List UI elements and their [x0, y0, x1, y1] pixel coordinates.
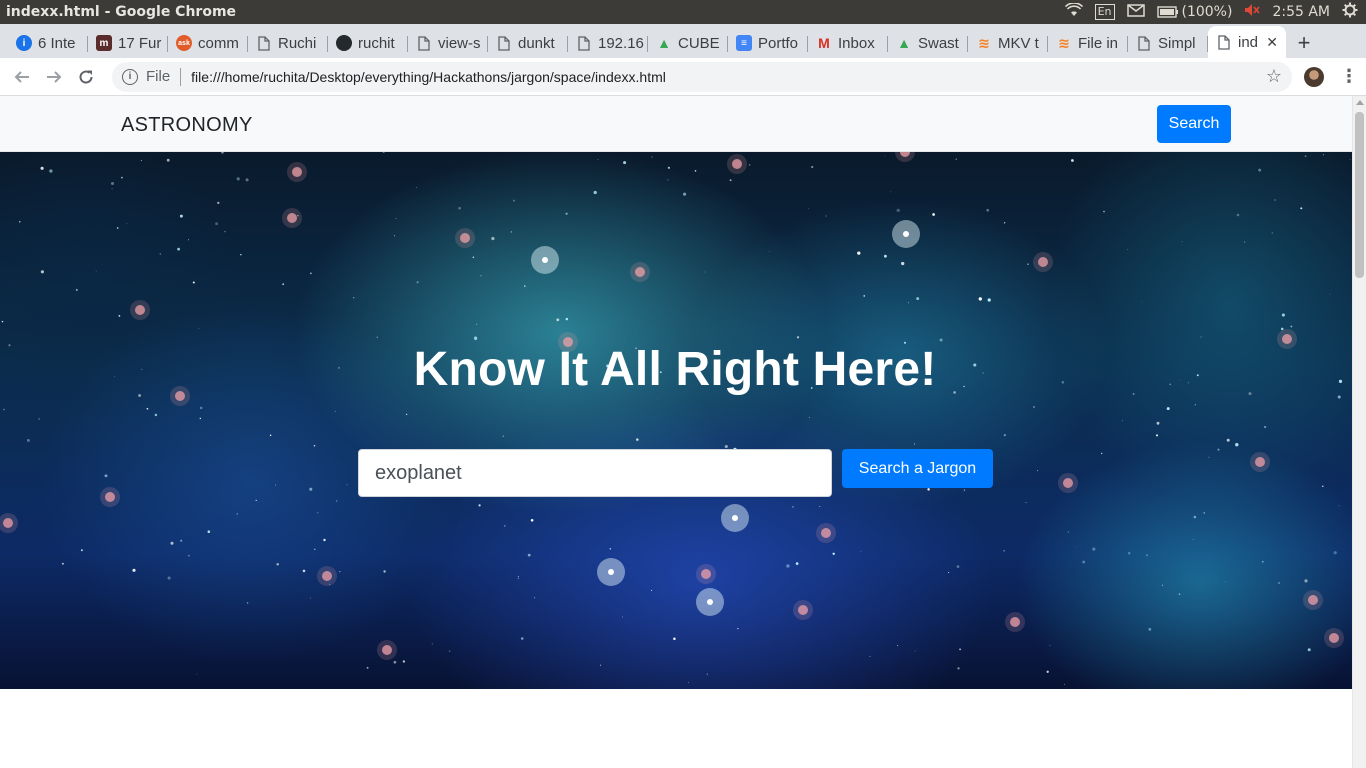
browser-tab[interactable]: M Inbox	[808, 28, 888, 58]
tab-title: dunkt	[518, 34, 555, 52]
browser-tab[interactable]: ruchit	[328, 28, 408, 58]
close-tab-icon[interactable]: ✕	[1266, 34, 1278, 51]
url-text[interactable]: file:///home/ruchita/Desktop/everything/…	[191, 69, 666, 85]
tab-title: Inbox	[838, 34, 875, 52]
browser-tab[interactable]: m 17 Fur	[88, 28, 168, 58]
browser-tab[interactable]: ask comm	[168, 28, 248, 58]
browser-tab[interactable]: i 6 Inte	[8, 28, 88, 58]
tab-title: Ruchi	[278, 34, 317, 52]
tab-title: ruchit	[358, 34, 395, 52]
volume-muted-icon[interactable]	[1244, 3, 1261, 21]
browser-tab[interactable]: ≋ File in	[1048, 28, 1128, 58]
browser-tab[interactable]: 192.16	[568, 28, 648, 58]
page-icon	[496, 35, 512, 51]
site-navbar: ASTRONOMY Search	[0, 96, 1352, 152]
info-tab-icon: i	[16, 35, 32, 51]
page-icon	[416, 35, 432, 51]
battery-percentage: (100%)	[1181, 4, 1233, 20]
tab-title: 6 Inte	[38, 34, 76, 52]
tab-title: view-s	[438, 34, 481, 52]
arrow-left-icon	[14, 70, 29, 83]
m-logo-icon: m	[96, 35, 112, 51]
bookmark-star-icon[interactable]: ☆	[1266, 66, 1282, 87]
jargon-search-input[interactable]	[358, 449, 832, 497]
space-background	[0, 152, 1351, 685]
page-icon	[576, 35, 592, 51]
page-scrollbar[interactable]	[1352, 96, 1366, 768]
tab-title: CUBE	[678, 34, 720, 52]
mail-icon[interactable]	[1126, 3, 1145, 21]
browser-tab[interactable]: ≡ Portfo	[728, 28, 808, 58]
forward-button[interactable]	[38, 61, 70, 93]
tab-title: ind	[1238, 33, 1259, 51]
browser-tab[interactable]: ▲ Swast	[888, 28, 968, 58]
page-viewport: ASTRONOMY Search Know It All Right Here!…	[0, 96, 1352, 768]
browser-tab[interactable]: Simpl	[1128, 28, 1208, 58]
url-scheme-label: File	[146, 68, 171, 85]
github-icon	[336, 35, 352, 51]
tab-title: MKV t	[998, 34, 1039, 52]
chrome-menu-icon[interactable]: ⋮	[1334, 66, 1364, 87]
scroll-up-arrow-icon[interactable]	[1356, 100, 1364, 105]
stack-icon: ≋	[1058, 34, 1070, 51]
new-tab-button[interactable]: +	[1286, 28, 1322, 58]
hero-section: Know It All Right Here! Search a Jargon	[0, 152, 1352, 689]
system-tray: En (100%) 2:55 AM	[1064, 2, 1366, 22]
scrollbar-thumb[interactable]	[1355, 112, 1364, 278]
tab-active[interactable]: ind ✕	[1208, 26, 1286, 58]
clock[interactable]: 2:55 AM	[1272, 4, 1330, 20]
ask-logo-icon: ask	[176, 35, 192, 51]
tab-title: 17 Fur	[118, 34, 162, 52]
search-jargon-button[interactable]: Search a Jargon	[842, 449, 993, 488]
site-brand[interactable]: ASTRONOMY	[121, 114, 253, 137]
browser-tab[interactable]: view-s	[408, 28, 488, 58]
browser-tab[interactable]: ▲ CUBE	[648, 28, 728, 58]
drive-icon: ▲	[657, 35, 671, 51]
drive-icon: ▲	[897, 35, 911, 51]
arrow-right-icon	[47, 70, 62, 83]
battery-indicator[interactable]: (100%)	[1156, 4, 1233, 20]
navbar-search-button[interactable]: Search	[1157, 105, 1231, 143]
page-icon	[1216, 34, 1232, 50]
tab-title: Portfo	[758, 34, 799, 52]
hero-title: Know It All Right Here!	[413, 343, 937, 396]
tab-title: comm	[198, 34, 239, 52]
os-top-bar: indexx.html - Google Chrome En (100%) 2:…	[0, 0, 1366, 24]
omnibox-divider	[180, 67, 182, 86]
gmail-icon: M	[818, 35, 830, 51]
battery-icon	[1156, 6, 1178, 18]
reload-button[interactable]	[70, 61, 102, 93]
profile-avatar[interactable]	[1304, 66, 1324, 87]
site-info-icon[interactable]: i	[122, 68, 138, 85]
tab-title: File in	[1078, 34, 1119, 52]
tab-title: 192.16	[598, 34, 644, 52]
browser-toolbar: i File file:///home/ruchita/Desktop/ever…	[0, 58, 1366, 96]
page-icon	[256, 35, 272, 51]
browser-tab[interactable]: ≋ MKV t	[968, 28, 1048, 58]
browser-tab[interactable]: Ruchi	[248, 28, 328, 58]
settings-gear-icon[interactable]	[1342, 2, 1358, 22]
browser-tab[interactable]: dunkt	[488, 28, 568, 58]
page-icon	[1136, 35, 1152, 51]
stack-icon: ≋	[978, 34, 990, 51]
tab-strip: i 6 Inte m 17 Fur ask comm Ruchi ruchit view-s du…	[0, 24, 1366, 58]
address-bar[interactable]: i File file:///home/ruchita/Desktop/ever…	[112, 61, 1292, 92]
back-button[interactable]	[6, 61, 38, 93]
keyboard-layout-indicator[interactable]: En	[1094, 4, 1115, 20]
tab-title: Swast	[918, 34, 959, 52]
wifi-icon[interactable]	[1064, 2, 1083, 21]
docs-icon: ≡	[736, 35, 752, 51]
window-title: indexx.html - Google Chrome	[6, 4, 237, 20]
reload-icon	[79, 70, 93, 84]
tab-title: Simpl	[1158, 34, 1196, 52]
